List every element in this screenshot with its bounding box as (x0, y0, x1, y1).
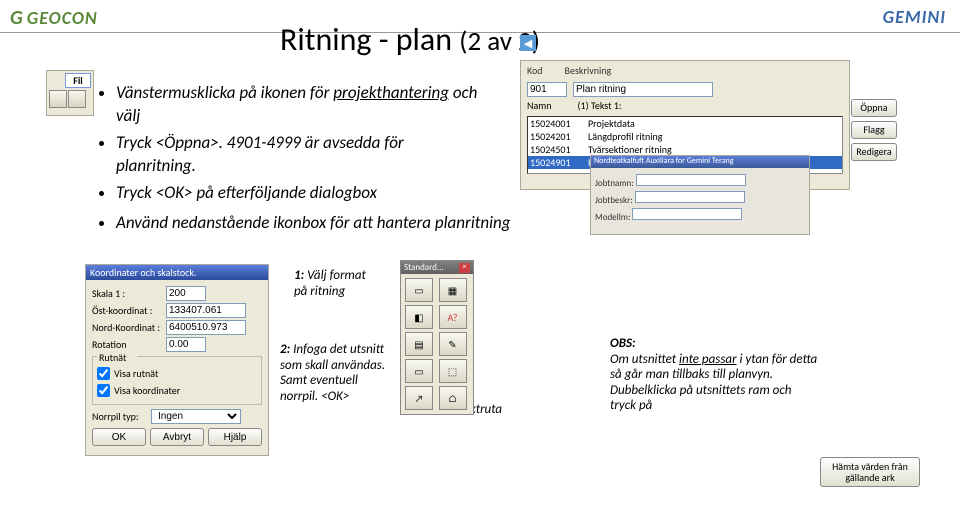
dialog-label-3: Modellm: (595, 212, 630, 223)
label-chk2: Visa koordinater (114, 384, 180, 397)
palette-icon-10[interactable]: ⌂ (439, 386, 467, 410)
label-ost: Öst-koordinat : (92, 304, 162, 317)
annotation-1-text: Välj format på ritning (294, 268, 366, 299)
chk-visa-rutnat[interactable] (97, 366, 110, 381)
label-skala: Skala 1 : (92, 287, 162, 300)
obs-t1: Om utsnittet (610, 352, 679, 367)
col-kod: Kod (527, 64, 543, 77)
dialog-label-1: Jobtnamn: (595, 178, 634, 189)
edit-button[interactable]: Redigera (851, 143, 897, 161)
open-button[interactable]: Öppna (851, 99, 897, 117)
label-tekst1: (1) Tekst 1: (578, 99, 622, 112)
file-menu[interactable]: Fil (65, 73, 91, 88)
help-button[interactable]: Hjälp (208, 428, 262, 446)
nord-input[interactable] (166, 320, 246, 335)
skala-input[interactable] (166, 286, 206, 301)
close-icon[interactable]: × (459, 263, 470, 273)
annotation-2-text: Infoga det utsnitt som skall användas. S… (280, 342, 385, 404)
cancel-button[interactable]: Avbryt (150, 428, 204, 446)
refresh-values-button[interactable]: Hämta värden från gällande ark (820, 457, 920, 487)
dialog-label-2: Jobtbeskr: (595, 195, 633, 206)
nav-prev-icon[interactable]: ◀ (520, 35, 536, 51)
annotation-obs: OBS: Om utsnittet inte passar i ytan för… (610, 336, 820, 414)
title-main: Ritning - plan (280, 20, 452, 59)
logo-gemini: GEMINI (883, 6, 946, 28)
label-norrpil: Norrpil typ: (92, 410, 147, 423)
obs-head: OBS: (610, 336, 636, 351)
label-nord: Nord-Koordinat : (92, 321, 162, 334)
chk-visa-koordinater[interactable] (97, 383, 110, 398)
label-chk1: Visa rutnät (114, 367, 158, 380)
bullet-1-link: projekthantering (333, 82, 449, 103)
geocon-glyph-icon: G (10, 6, 23, 30)
obs-underline: inte passar (679, 352, 737, 367)
obs-italic: Dubbelklicka (610, 383, 677, 398)
palette-icon-3[interactable]: ◧ (405, 305, 433, 329)
bullet-2: Tryck <Öppna>. 4901-4999 är avsedda för … (116, 132, 480, 178)
ok-button[interactable]: OK (92, 428, 146, 446)
standard-palette: Standard... × ▭ ▦ ◧ A? ▤ ✎ ▭ ⬚ ↗ ⌂ (400, 260, 474, 415)
toolbar-snippet: Fil (46, 70, 94, 116)
palette-icon-8[interactable]: ⬚ (439, 359, 467, 383)
list-item[interactable]: 15024001Projektdata (528, 117, 842, 130)
rotation-input[interactable] (166, 337, 206, 352)
list-item[interactable]: 15024201Längdprofil ritning (528, 130, 842, 143)
palette-title: Standard... (404, 262, 444, 273)
bullet-1: Vänstermusklicka på ikonen för projektha… (116, 82, 480, 128)
dialog-title: Nordteatkalfuft Auxiliara for Gemini Ter… (591, 156, 809, 168)
label-namn: Namn (527, 99, 552, 112)
dialog-input-3[interactable] (632, 208, 742, 220)
bullet-lower-1: Använd nedanstående ikonbox för att hant… (116, 212, 511, 233)
koordinater-panel: Koordinater och skalstock. Skala 1 : Öst… (85, 264, 269, 456)
palette-icon-6[interactable]: ✎ (439, 332, 467, 356)
label-rotation: Rotation (92, 338, 162, 351)
dialog-input-2[interactable] (635, 191, 745, 203)
palette-textbox-icon[interactable]: ▭ (405, 359, 433, 383)
instruction-list-lower: Använd nedanstående ikonbox för att hant… (100, 212, 511, 233)
palette-icon-2[interactable]: ▦ (439, 278, 467, 302)
toolbar-icon-2[interactable] (68, 90, 86, 108)
group-rutnat: Rutnät (97, 351, 137, 364)
dialog-input-1[interactable] (636, 174, 746, 186)
norrpil-select[interactable]: Ingen (151, 409, 241, 424)
bullet-3: Tryck <OK> på efterföljande dialogbox (116, 182, 480, 205)
col-beskrivning: Beskrivning (565, 64, 612, 77)
instruction-list: Vänstermusklicka på ikonen för projektha… (100, 82, 480, 209)
koord-title: Koordinater och skalstock. (86, 265, 268, 280)
palette-insert-icon[interactable]: A? (439, 305, 467, 329)
page-title: Ritning - plan (2 av 2) (280, 20, 540, 59)
code-input[interactable] (527, 82, 567, 97)
bullet-1-pre: Vänstermusklicka på ikonen för (116, 82, 333, 103)
project-icon[interactable] (49, 90, 67, 108)
dialog-preview: Nordteatkalfuft Auxiliara for Gemini Ter… (590, 155, 810, 235)
flagg-button[interactable]: Flagg (851, 121, 897, 139)
desc-input[interactable] (573, 82, 713, 97)
ost-input[interactable] (166, 303, 246, 318)
palette-icon-9[interactable]: ↗ (405, 386, 433, 410)
logo-geocon: G GEOCON (10, 6, 98, 30)
annotation-2: 2: Infoga det utsnitt som skall användas… (280, 342, 390, 404)
palette-icon-5[interactable]: ▤ (405, 332, 433, 356)
logo-left-text: GEOCON (27, 7, 98, 29)
palette-format-icon[interactable]: ▭ (405, 278, 433, 302)
annotation-1: 1: Välj format på ritning (294, 268, 374, 299)
